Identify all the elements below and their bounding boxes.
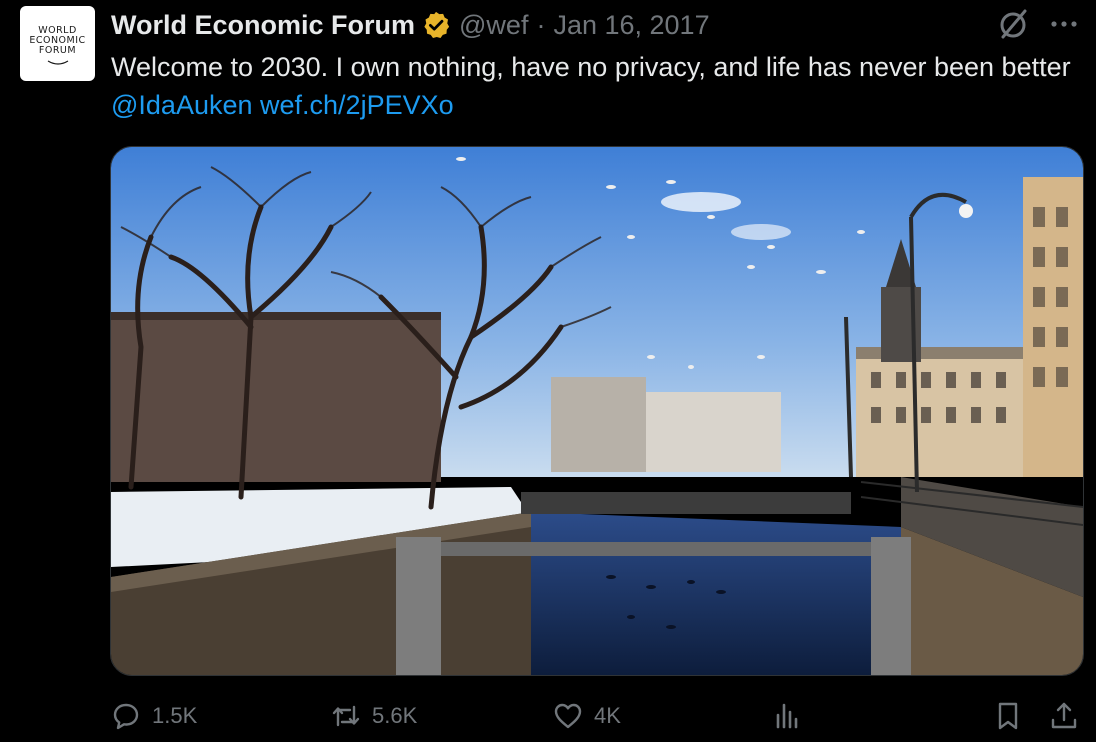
- tweet-date[interactable]: Jan 16, 2017: [553, 10, 709, 41]
- grok-icon[interactable]: [998, 8, 1030, 40]
- reply-count: 1.5K: [152, 703, 198, 728]
- canal-scene-illustration: [111, 147, 1083, 675]
- share-icon: [1051, 702, 1077, 729]
- like-button[interactable]: 4K: [552, 696, 621, 736]
- author-handle[interactable]: @wef: [459, 10, 528, 41]
- tweet-action-bar: 1.5K 5.6K 4K: [0, 696, 1096, 736]
- retweet-count: 5.6K: [372, 703, 418, 728]
- tweet-header: World Economic Forum @wef · Jan 16, 2017: [111, 8, 710, 42]
- wef-logo-swoosh-icon: [47, 60, 69, 65]
- retweet-button[interactable]: 5.6K: [330, 696, 417, 736]
- heart-icon: [554, 703, 582, 729]
- tweet-text: Welcome to 2030. I own nothing, have no …: [111, 48, 1071, 124]
- url-link[interactable]: wef.ch/2jPEVXo: [260, 90, 454, 120]
- reply-button[interactable]: 1.5K: [110, 696, 197, 736]
- more-options-icon[interactable]: [1048, 10, 1080, 38]
- tweet-media-photo[interactable]: [110, 146, 1084, 676]
- retweet-icon: [332, 705, 360, 727]
- author-display-name[interactable]: World Economic Forum: [111, 10, 415, 41]
- bookmark-icon: [998, 702, 1018, 730]
- like-count: 4K: [594, 703, 621, 728]
- avatar[interactable]: WORLD ECONOMIC FORUM: [20, 6, 95, 81]
- verified-badge-icon[interactable]: [421, 10, 451, 40]
- analytics-icon: [776, 703, 798, 729]
- header-separator: ·: [536, 9, 546, 40]
- bookmark-button[interactable]: [992, 696, 1024, 736]
- reply-icon: [113, 703, 139, 730]
- mention-link[interactable]: @IdaAuken: [111, 90, 253, 120]
- avatar-logo-text: WORLD ECONOMIC FORUM: [29, 24, 86, 56]
- share-button[interactable]: [1048, 696, 1080, 736]
- tweet-body-text: Welcome to 2030. I own nothing, have no …: [111, 52, 1071, 82]
- views-button[interactable]: [772, 696, 804, 736]
